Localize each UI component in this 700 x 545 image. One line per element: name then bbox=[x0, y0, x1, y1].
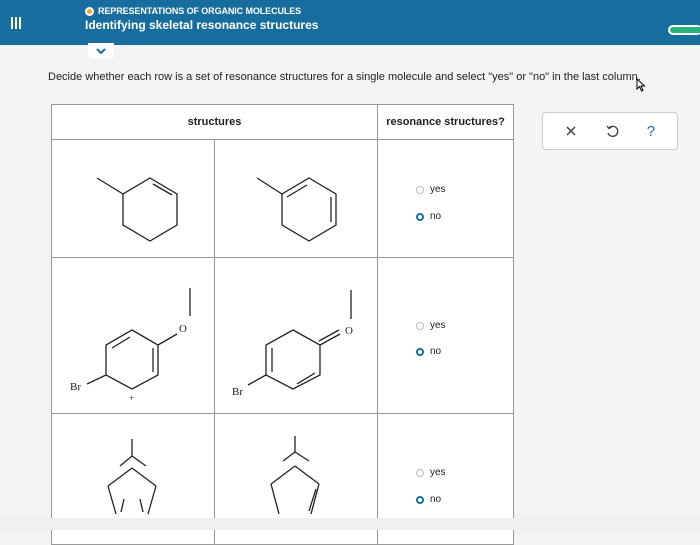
structure-2a: O Br + bbox=[51, 257, 215, 414]
structure-1b bbox=[214, 139, 378, 258]
answer-cell: yes no bbox=[377, 257, 514, 414]
bromine-label: Br bbox=[70, 381, 81, 393]
table-header-row: structures resonance structures? bbox=[51, 104, 514, 140]
menu-button[interactable] bbox=[0, 0, 32, 45]
no-radio[interactable] bbox=[416, 495, 424, 504]
progress-fill bbox=[670, 27, 700, 33]
table-row: O Br + O Br yes no bbox=[51, 257, 514, 414]
question-instructions: Decide whether each row is a set of reso… bbox=[48, 71, 641, 83]
structures-header: structures bbox=[51, 104, 378, 140]
yes-option[interactable]: yes bbox=[416, 467, 446, 478]
yes-radio[interactable] bbox=[416, 185, 424, 194]
answer-actions: ? bbox=[542, 112, 678, 150]
bottom-bar bbox=[0, 518, 700, 530]
methylcyclohexadiene-structure bbox=[96, 177, 178, 242]
yes-label: yes bbox=[430, 467, 446, 478]
close-icon bbox=[566, 126, 576, 136]
topic-row: REPRESENTATIONS OF ORGANIC MOLECULES bbox=[85, 5, 301, 17]
no-label: no bbox=[430, 494, 442, 505]
no-option[interactable]: no bbox=[416, 494, 441, 505]
structure-2b: O Br bbox=[214, 257, 378, 414]
table-row: yes no bbox=[51, 139, 514, 258]
answer-cell: yes no bbox=[377, 139, 514, 258]
oxygen-label: O bbox=[179, 323, 187, 335]
no-option[interactable]: no bbox=[416, 211, 441, 222]
topic-status-icon bbox=[85, 6, 94, 16]
yes-option[interactable]: yes bbox=[416, 320, 446, 331]
chevron-down-icon bbox=[96, 48, 106, 55]
undo-button[interactable] bbox=[605, 124, 619, 138]
yes-label: yes bbox=[430, 320, 446, 331]
no-label: no bbox=[430, 211, 442, 222]
yes-label: yes bbox=[430, 184, 446, 195]
expand-button[interactable] bbox=[88, 43, 114, 59]
no-radio[interactable] bbox=[416, 347, 424, 356]
bromo-methoxy-quinoid-structure: O Br bbox=[232, 290, 353, 398]
no-radio[interactable] bbox=[416, 212, 424, 221]
yes-radio[interactable] bbox=[416, 321, 424, 330]
structure-1a bbox=[51, 139, 215, 258]
resonance-header: resonance structures? bbox=[377, 104, 514, 140]
no-label: no bbox=[430, 346, 442, 357]
undo-icon bbox=[606, 125, 619, 138]
bromine-label: Br bbox=[232, 386, 243, 398]
no-option[interactable]: no bbox=[416, 346, 441, 357]
bromo-methoxy-cation-structure: O Br + bbox=[70, 288, 191, 403]
close-button[interactable] bbox=[565, 125, 577, 137]
resonance-table: structures resonance structures? yes no … bbox=[51, 104, 514, 545]
mouse-cursor-icon bbox=[636, 78, 646, 92]
help-button[interactable]: ? bbox=[647, 123, 655, 140]
yes-radio[interactable] bbox=[416, 468, 424, 477]
oxygen-label: O bbox=[345, 325, 353, 337]
charge-label: + bbox=[129, 393, 134, 403]
yes-option[interactable]: yes bbox=[416, 184, 446, 195]
progress-bar bbox=[668, 25, 700, 35]
methylcyclohexadiene-structure bbox=[256, 177, 337, 242]
page-title: Identifying skeletal resonance structure… bbox=[85, 18, 319, 32]
topic-label: REPRESENTATIONS OF ORGANIC MOLECULES bbox=[98, 6, 302, 16]
hamburger-icon bbox=[11, 16, 21, 29]
app-header: REPRESENTATIONS OF ORGANIC MOLECULES Ide… bbox=[0, 0, 700, 45]
